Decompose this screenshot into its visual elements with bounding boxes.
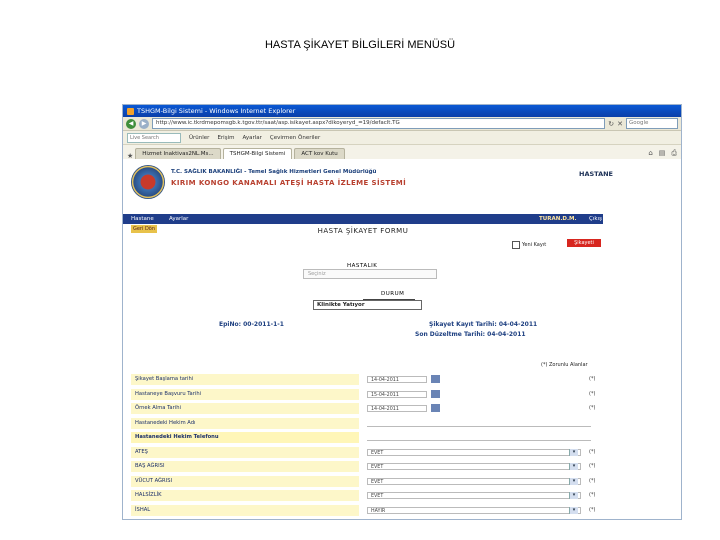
date-field[interactable]: 14-04-2011 [367,405,427,412]
yes-no-select[interactable]: HAYIR [367,506,581,514]
required-marker: (*) [589,477,596,484]
field-label: Hastaneye Başvuru Tarihi [131,388,359,400]
site-banner: T.C. SAĞLIK BAKANLIĞI - Temel Sağlık Hiz… [127,161,677,205]
form-row: Örnek Alma Tarihi 14-04-2011 (*) [131,402,601,417]
form-row: İSHAL HAYIR ▾ (*) [131,504,601,518]
toolbar-item-ceviri[interactable]: Çevirmen Öneriler [270,135,320,141]
field-label: HALSİZLİK [131,490,359,501]
menu-item-hastane[interactable]: Hastane [131,214,154,224]
web-page: T.C. SAĞLIK BAKANLIĞI - Temel Sağlık Hiz… [123,159,681,520]
logout-link[interactable]: Çıkış [589,214,602,224]
form-row: VÜCUT AĞRISI EVET ▾ (*) [131,475,601,489]
slide-title: HASTA ŞİKAYET BİLGİLERİ MENÜSÜ [264,39,456,51]
required-marker: (*) [589,492,596,498]
calendar-icon[interactable] [431,375,440,383]
toolbar-item-erisim[interactable]: Erişim [217,135,234,141]
status-label: DURUM [381,291,405,297]
text-field[interactable] [367,434,591,441]
chevron-down-icon[interactable]: ▾ [569,506,578,514]
form-row: Hastaneye Başvuru Tarihi 15-04-2011 (*) [131,388,601,402]
form-row: HALSİZLİK EVET ▾ (*) [131,489,601,504]
chevron-down-icon[interactable]: ▾ [569,477,578,485]
ministry-logo-icon [131,165,165,199]
status-select[interactable]: Klinikte Yatıyor [313,300,422,310]
secondary-toolbar: Live Search Ürünler Erişim Ayarlar Çevir… [123,131,681,145]
field-label: Hastanedeki Hekim Adı [131,417,359,429]
text-field[interactable] [367,419,591,427]
field-label: Hastanedeki Hekim Telefonu [131,432,359,443]
current-user: TURAN.D.M. [539,216,577,222]
date-field[interactable]: 15-04-2011 [367,390,427,398]
calendar-icon[interactable] [431,404,440,412]
address-bar-row: ◀ ▶ http://www.ic.tkrdmepomsgb.k.tgov.tt… [123,117,681,131]
address-input[interactable]: http://www.ic.tkrdmepomsgb.k.tgov.ttr/sa… [152,118,606,129]
required-marker: (*) [589,506,596,513]
form-row: BAŞ AĞRISI EVET ▾ (*) [131,460,601,475]
field-label: Şikayet Başlama tarihi [131,374,359,385]
toolbar-item-urunler[interactable]: Ürünler [189,135,209,141]
yes-no-select[interactable]: EVET [367,463,581,470]
complaint-fields: Şikayet Başlama tarihi 14-04-2011 (*) Hasta… [131,373,601,520]
form-row: KUSMAHAYIR▾(*) [131,518,601,520]
live-search-input[interactable]: Live Search [127,132,181,143]
new-record-label: Yeni Kayıt [522,242,547,248]
record-date-value: 04-04-2011 [498,321,538,328]
back-arrow-icon[interactable]: ◀ [126,118,136,129]
chevron-down-icon[interactable]: ▾ [569,492,578,499]
print-icon[interactable]: ⎙ [671,149,677,158]
required-marker: (*) [589,405,596,411]
org-line-2: KIRIM KONGO KANAMALI ATEŞİ HASTA İZLEME … [171,179,407,187]
toolbar-item-ayarlar[interactable]: Ayarlar [242,135,261,141]
form-row: ATEŞ EVET ▾ (*) [131,446,601,460]
forward-arrow-icon[interactable]: ▶ [139,118,149,129]
window-title: TSHGM-Bilgi Sistemi - Windows Internet E… [137,107,296,115]
new-record-checkbox[interactable] [512,241,520,249]
record-date-label: Şikayet Kayıt Tarihi: [429,321,497,328]
window-titlebar: TSHGM-Bilgi Sistemi - Windows Internet E… [123,105,681,117]
episode-number: EpiNo: 00-2011-1-1 [219,321,284,328]
chevron-down-icon[interactable]: ▾ [569,463,578,470]
form-title: HASTA ŞİKAYET FORMU [317,227,409,235]
yes-no-select[interactable]: EVET [367,448,581,456]
disease-select[interactable]: Seçiniz [303,269,437,279]
home-icon[interactable]: ⌂ [648,149,652,158]
record-date: Şikayet Kayıt Tarihi: 04-04-2011 [429,321,537,328]
yes-no-select[interactable]: EVET [367,477,581,485]
last-edit-value: 04-04-2011 [487,331,526,338]
menu-item-ayarlar[interactable]: Ayarlar [169,214,188,224]
field-label: KUSMA [131,519,359,520]
required-marker: (*) [589,463,596,469]
feeds-icon[interactable]: ▤ [659,149,666,158]
field-label: Örnek Alma Tarihi [131,403,359,414]
last-edit-label: Son Düzeltme Tarihi: [415,331,486,338]
browser-screenshot: TSHGM-Bilgi Sistemi - Windows Internet E… [122,104,682,520]
hospital-label: HASTANE [579,170,613,178]
required-marker: (*) [589,448,596,455]
new-record-toggle[interactable]: Yeni Kayıt [512,241,546,249]
refresh-icon[interactable]: ↻ [608,120,614,128]
required-marker: (*) [589,376,596,382]
search-input[interactable]: Google [626,118,678,129]
form-row: Hastanedeki Hekim Telefonu [131,431,601,446]
main-menu: Hastane Ayarlar TURAN.D.M. Çıkış [123,214,603,224]
save-complaint-button[interactable]: Şikayeti Kaydet [567,239,601,254]
field-label: İSHAL [131,504,359,516]
stop-icon[interactable]: ✕ [617,120,623,128]
field-label: VÜCUT AĞRISI [131,475,359,487]
form-row: Hastanedeki Hekim Adı [131,417,601,431]
chevron-down-icon[interactable]: ▾ [569,448,578,456]
required-note: (*) Zorunlu Alanlar [541,362,588,368]
yes-no-select[interactable]: EVET [367,492,581,499]
form-row: Şikayet Başlama tarihi 14-04-2011 (*) [131,373,601,388]
calendar-icon[interactable] [431,389,440,398]
org-line-1: T.C. SAĞLIK BAKANLIĞI - Temel Sağlık Hiz… [171,169,377,175]
ie-icon [127,107,134,115]
episode-value: 00-2011-1-1 [243,321,284,328]
field-label: BAŞ AĞRISI [131,461,359,472]
field-label: ATEŞ [131,446,359,458]
required-marker: (*) [589,390,596,397]
episode-label: EpiNo: [219,321,241,328]
date-field[interactable]: 14-04-2011 [367,376,427,383]
last-edit-date: Son Düzeltme Tarihi: 04-04-2011 [415,331,526,338]
